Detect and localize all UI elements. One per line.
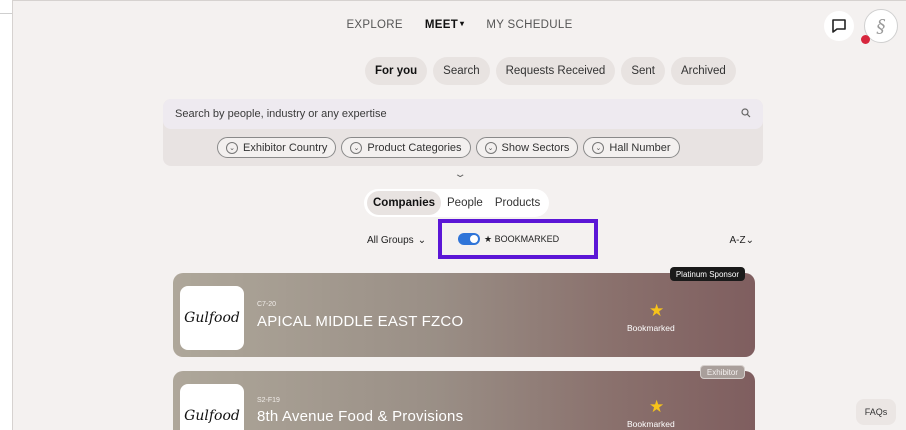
sponsor-badge: Platinum Sponsor: [669, 267, 745, 281]
chevron-down-icon: ⌄: [592, 141, 605, 154]
chevron-down-icon: ⌄: [350, 141, 363, 154]
type-people[interactable]: People: [441, 191, 489, 215]
tab-search[interactable]: Search: [433, 57, 490, 85]
nav-meet-label: MEET: [424, 19, 459, 31]
search-panel: ⌄ Exhibitor Country ⌄ Product Categories ⌄…: [163, 99, 763, 166]
avatar[interactable]: §: [861, 9, 898, 44]
notification-dot: [861, 35, 870, 44]
chevron-down-icon: ⌄: [226, 141, 238, 154]
background-window-edge: [0, 205, 12, 430]
search-icon[interactable]: [741, 107, 751, 121]
top-navigation: EXPLORE MEET ▾ MY SCHEDULE: [13, 1, 906, 49]
filter-label: Product Categories: [367, 141, 462, 154]
tab-archived[interactable]: Archived: [671, 57, 736, 85]
chat-bubble-icon[interactable]: [824, 11, 854, 41]
type-companies[interactable]: Companies: [367, 191, 441, 215]
header-actions: §: [824, 9, 898, 44]
avatar-sketch-icon: §: [876, 15, 886, 37]
company-logo: Gulfood: [180, 384, 244, 430]
tab-requests-received[interactable]: Requests Received: [495, 57, 616, 85]
exhibitor-badge: Exhibitor: [699, 365, 745, 379]
filter-label: Hall Number: [609, 141, 671, 154]
filter-show-sectors[interactable]: ⌄ Show Sectors: [475, 137, 579, 158]
search-input[interactable]: [175, 108, 741, 120]
filter-hall-number[interactable]: ⌄ Hall Number: [583, 137, 680, 158]
nav-explore[interactable]: EXPLORE: [346, 19, 402, 31]
result-type-toggle: Companies People Products: [364, 189, 550, 217]
sort-label: A-Z: [729, 235, 746, 246]
tab-for-you[interactable]: For you: [365, 57, 428, 85]
nav-meet[interactable]: MEET ▾: [425, 19, 464, 31]
faqs-button[interactable]: FAQs: [856, 399, 896, 425]
groups-label: All Groups: [367, 235, 414, 246]
app-window: EXPLORE MEET ▾ MY SCHEDULE § For you Sear…: [12, 0, 906, 430]
booth-number: C7-20: [257, 301, 277, 308]
groups-dropdown[interactable]: All Groups ⌄: [367, 235, 426, 246]
chevron-down-icon: ⌄: [484, 141, 497, 154]
search-bar: [163, 99, 763, 129]
caret-down-icon: ▾: [460, 19, 465, 28]
company-card[interactable]: Platinum Sponsor Gulfood C7-20 APICAL MI…: [173, 267, 755, 357]
nav-my-schedule[interactable]: MY SCHEDULE: [486, 19, 572, 31]
filter-chips: ⌄ Exhibitor Country ⌄ Product Categories ⌄…: [217, 137, 680, 158]
chevron-down-icon: ⌄: [417, 235, 427, 246]
company-logo: Gulfood: [180, 286, 244, 350]
star-icon[interactable]: ★: [649, 397, 664, 417]
company-card[interactable]: Exhibitor Gulfood S2-F19 8th Avenue Food…: [173, 365, 755, 430]
type-products[interactable]: Products: [489, 191, 546, 215]
company-name: APICAL MIDDLE EAST FZCO: [257, 313, 464, 330]
bookmarked-filter-toggle[interactable]: ★ BOOKMARKED: [438, 219, 598, 259]
bookmarked-label: ★ BOOKMARKED: [484, 233, 560, 244]
bookmarked-status: Bookmarked: [627, 323, 675, 333]
tab-sent[interactable]: Sent: [621, 57, 666, 85]
sort-dropdown[interactable]: A-Z⌄: [730, 235, 755, 246]
meet-subtabs: For you Search Requests Received Sent Ar…: [365, 57, 736, 85]
chevron-down-icon: ⌄: [745, 235, 754, 246]
bookmarked-status: Bookmarked: [627, 419, 675, 429]
company-name: 8th Avenue Food & Provisions: [257, 408, 464, 425]
filter-label: Exhibitor Country: [243, 141, 328, 154]
booth-number: S2-F19: [257, 397, 280, 404]
filter-label: Show Sectors: [501, 141, 570, 154]
star-icon[interactable]: ★: [649, 301, 664, 321]
toggle-switch[interactable]: [458, 233, 480, 245]
filter-exhibitor-country[interactable]: ⌄ Exhibitor Country: [217, 137, 337, 158]
filter-product-categories[interactable]: ⌄ Product Categories: [341, 137, 471, 158]
expand-chevron-icon[interactable]: ⌄: [453, 169, 466, 180]
